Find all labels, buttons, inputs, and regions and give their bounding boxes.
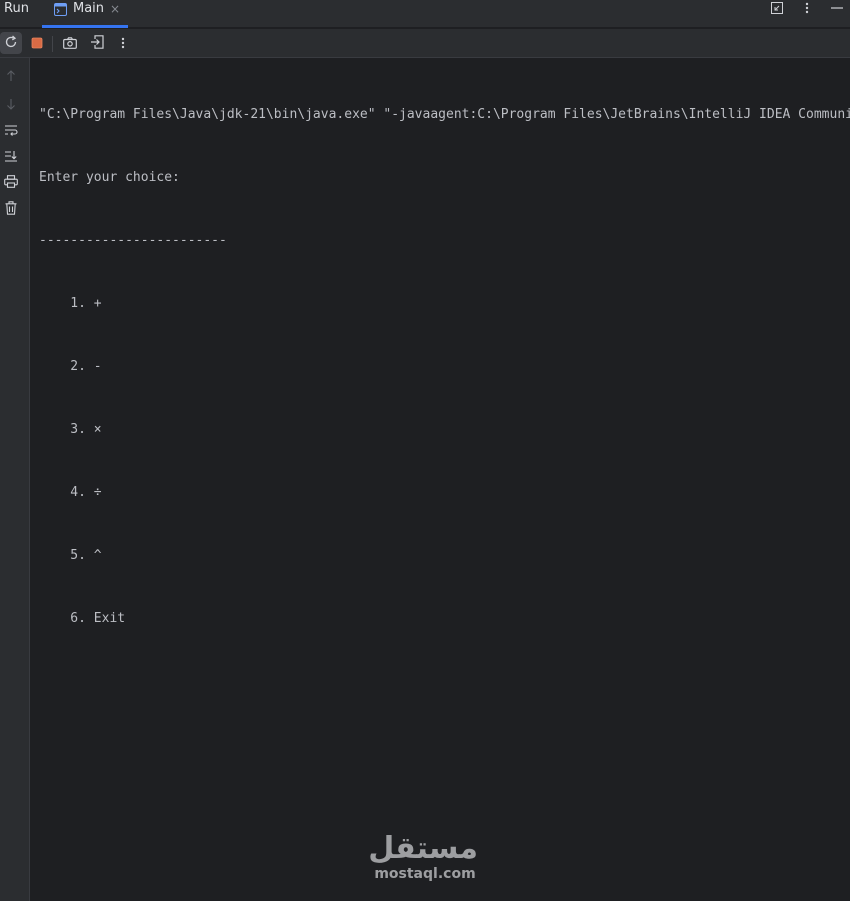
console-line-prompt: Enter your choice:: [39, 170, 180, 185]
tab-label: Main: [73, 1, 105, 16]
tab-main[interactable]: Main ×: [42, 0, 128, 28]
stop-icon: [31, 34, 43, 53]
console-line-option: 6. Exit: [39, 611, 126, 626]
restore-icon[interactable]: [770, 1, 784, 15]
console-line-option: 4. ÷: [39, 485, 102, 500]
toolbar-separator: [52, 36, 53, 52]
print-button[interactable]: [3, 174, 19, 190]
tool-window-header: Run Main ×: [0, 0, 850, 28]
watermark-domain-text: mostaql.com: [374, 866, 476, 882]
console-line-option: 5. ^: [39, 548, 102, 563]
stop-button[interactable]: [26, 32, 48, 54]
print-icon: [4, 173, 18, 192]
soft-wrap-icon: [4, 121, 18, 140]
rerun-icon: [4, 34, 18, 53]
tool-window-title: Run: [4, 1, 29, 16]
rerun-button[interactable]: [0, 32, 22, 54]
window-controls: [770, 0, 844, 16]
previous-occurrence-button[interactable]: [3, 68, 19, 84]
watermark-logo: مستقل mostaql.com: [368, 831, 478, 883]
soft-wrap-button[interactable]: [3, 122, 19, 138]
console-line-divider: ------------------------: [39, 233, 227, 248]
watermark-arabic-text: مستقل: [368, 831, 478, 866]
more-vertical-icon: [121, 34, 125, 53]
run-toolbar: [0, 29, 850, 58]
more-options-button[interactable]: [112, 32, 134, 54]
arrow-down-icon: [6, 95, 16, 114]
exit-icon: [90, 34, 104, 53]
clear-all-button[interactable]: [3, 200, 19, 219]
console-line-option: 2. -: [39, 359, 102, 374]
tab-selected-indicator: [42, 25, 128, 28]
console-line-option: 1. +: [39, 296, 102, 311]
scroll-to-end-icon: [4, 147, 18, 166]
arrow-up-icon: [6, 67, 16, 86]
application-icon: [54, 1, 67, 16]
console-line-command: "C:\Program Files\Java\jdk-21\bin\java.e…: [39, 107, 850, 122]
next-occurrence-button[interactable]: [3, 96, 19, 112]
screenshot-button[interactable]: [59, 32, 81, 54]
trash-icon: [5, 200, 17, 219]
console-line-option: 3. ×: [39, 422, 102, 437]
console-output[interactable]: "C:\Program Files\Java\jdk-21\bin\java.e…: [39, 62, 850, 671]
scroll-to-end-button[interactable]: [3, 148, 19, 164]
close-icon[interactable]: ×: [110, 2, 120, 16]
camera-icon: [63, 34, 77, 53]
run-tool-window: Run Main × "C:\Program Files\Java\jdk-21…: [0, 0, 850, 901]
minimize-icon[interactable]: [830, 1, 844, 15]
exit-button[interactable]: [86, 32, 108, 54]
more-vertical-icon[interactable]: [800, 1, 814, 15]
console-side-toolbar: [0, 58, 30, 901]
